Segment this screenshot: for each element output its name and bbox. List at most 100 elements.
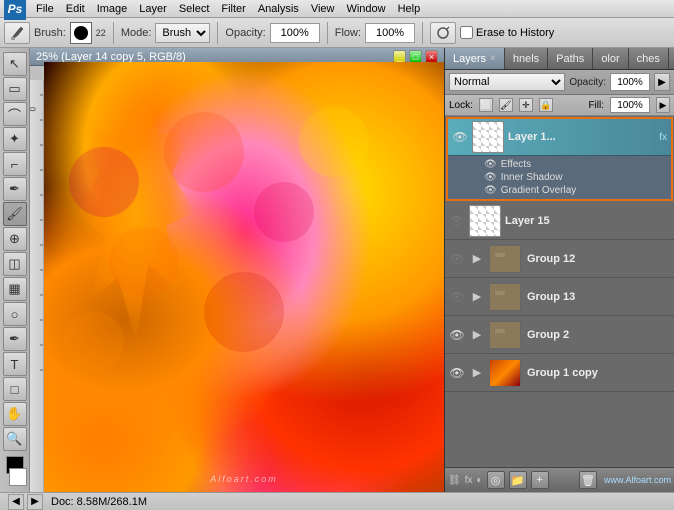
group-12-item[interactable]: 👁 ▶ Group 12 — [445, 240, 674, 278]
panels-area: Layers× hnels Paths olor ches tyles Norm… — [444, 48, 674, 492]
layer-15-visibility[interactable]: 👁 — [449, 213, 465, 229]
layer-1-thumb — [472, 121, 504, 153]
tool-selection[interactable]: ↖ — [3, 52, 27, 76]
layers-lock-row: Lock: ⬜ 🖌 ✛ 🔒 Fill: ▶ — [445, 95, 674, 116]
tab-swatches[interactable]: ches — [629, 48, 669, 69]
tool-text[interactable]: T — [3, 352, 27, 376]
group-1-copy-item[interactable]: 👁 ▶ Group 1 copy — [445, 354, 674, 392]
canvas-title: 25% (Layer 14 copy 5, RGB/8) — [36, 51, 186, 63]
inner-shadow-eye-icon[interactable]: 👁 — [484, 172, 497, 183]
svg-text:0: 0 — [30, 107, 37, 112]
tool-quicksel[interactable]: ✦ — [3, 127, 27, 151]
brush-icon — [9, 25, 25, 41]
menu-image[interactable]: Image — [91, 2, 134, 16]
fill-arrow[interactable]: ▶ — [656, 97, 670, 113]
brush-tool-btn[interactable] — [4, 22, 30, 44]
lock-position-btn[interactable]: ✛ — [519, 98, 533, 112]
tab-channels[interactable]: hnels — [505, 48, 548, 69]
layer-1-item[interactable]: 👁 Layer 1... fx — [448, 119, 671, 155]
brush-preview[interactable] — [70, 22, 92, 44]
group-2-expand-icon[interactable]: ▶ — [469, 327, 485, 343]
tool-pen[interactable]: ✒ — [3, 327, 27, 351]
group-12-expand-icon[interactable]: ▶ — [469, 251, 485, 267]
group-1-copy-expand-icon[interactable]: ▶ — [469, 365, 485, 381]
group-2-visibility[interactable]: 👁 — [449, 327, 465, 343]
effects-eye-icon[interactable]: 👁 — [484, 159, 497, 170]
tool-lasso[interactable]: ⌒ — [3, 102, 27, 126]
tab-paths[interactable]: Paths — [548, 48, 593, 69]
opacity-input[interactable] — [270, 23, 320, 43]
mode-select[interactable]: Brush — [155, 23, 210, 43]
group-12-visibility[interactable]: 👁 — [449, 251, 465, 267]
menu-layer[interactable]: Layer — [133, 2, 173, 16]
layer-1-visibility[interactable]: 👁 — [452, 129, 468, 145]
new-layer-btn[interactable]: + — [531, 471, 549, 489]
brush-label: Brush: — [34, 27, 66, 39]
layer-15-name: Layer 15 — [505, 215, 670, 227]
menu-view[interactable]: View — [305, 2, 341, 16]
mask-icon[interactable]: ◐ — [476, 475, 482, 486]
fx-icon[interactable]: fx — [465, 475, 473, 486]
menu-window[interactable]: Window — [340, 2, 391, 16]
status-nav: ◀ ▶ — [8, 494, 43, 510]
fill-input[interactable] — [610, 97, 650, 113]
layers-blend-row: Normal Opacity: ▶ — [445, 70, 674, 95]
roses-overlay — [44, 62, 444, 492]
status-prev-btn[interactable]: ◀ — [8, 494, 24, 510]
divider1 — [113, 22, 114, 44]
group-1-copy-name: Group 1 copy — [527, 367, 670, 379]
tab-layers-close[interactable]: × — [490, 53, 496, 64]
delete-layer-btn[interactable]: 🗑 — [579, 471, 597, 489]
tool-shape[interactable]: □ — [3, 377, 27, 401]
tool-brush[interactable]: 🖌 — [3, 202, 27, 226]
tool-marquee[interactable]: ▭ — [3, 77, 27, 101]
airbrush-btn[interactable] — [430, 22, 456, 44]
tool-zoom[interactable]: 🔍 — [3, 427, 27, 451]
menu-select[interactable]: Select — [173, 2, 216, 16]
opacity-input[interactable] — [610, 73, 650, 91]
tool-crop[interactable]: ⌐ — [3, 152, 27, 176]
menu-filter[interactable]: Filter — [215, 2, 251, 16]
lock-image-btn[interactable]: 🖌 — [499, 98, 513, 112]
tool-eraser[interactable]: ◫ — [3, 252, 27, 276]
gradient-overlay-eye-icon[interactable]: 👁 — [484, 185, 497, 196]
brush-size: 22 — [96, 28, 106, 38]
tool-hand[interactable]: ✋ — [3, 402, 27, 426]
tab-layers[interactable]: Layers× — [445, 48, 505, 69]
tab-color[interactable]: olor — [593, 48, 628, 69]
blend-mode-select[interactable]: Normal — [449, 73, 565, 91]
tab-styles[interactable]: tyles — [669, 48, 674, 69]
opacity-arrow[interactable]: ▶ — [654, 73, 670, 91]
status-next-btn[interactable]: ▶ — [27, 494, 43, 510]
background-color[interactable] — [9, 468, 27, 486]
tool-gradient[interactable]: ▦ — [3, 277, 27, 301]
group-1-copy-info: Group 1 copy — [527, 367, 670, 379]
lock-transparent-btn[interactable]: ⬜ — [479, 98, 493, 112]
group-13-item[interactable]: 👁 ▶ Group 13 — [445, 278, 674, 316]
menu-analysis[interactable]: Analysis — [252, 2, 305, 16]
menu-file[interactable]: File — [30, 2, 60, 16]
lock-all-btn[interactable]: 🔒 — [539, 98, 553, 112]
tool-dodge[interactable]: ○ — [3, 302, 27, 326]
menu-edit[interactable]: Edit — [60, 2, 91, 16]
menu-help[interactable]: Help — [392, 2, 427, 16]
flow-input[interactable] — [365, 23, 415, 43]
opacity-label: Opacity: — [225, 27, 265, 39]
group-1-copy-visibility[interactable]: 👁 — [449, 365, 465, 381]
group-13-thumb — [489, 283, 521, 311]
panel-bottom: ⛓ fx ◐ ◎ 📁 + 🗑 www.Alfoart.com — [445, 467, 674, 492]
group-13-expand-icon[interactable]: ▶ — [469, 289, 485, 305]
mode-label: Mode: — [121, 27, 152, 39]
new-adjustment-btn[interactable]: ◎ — [487, 471, 505, 489]
group-2-item[interactable]: 👁 ▶ Group 2 — [445, 316, 674, 354]
layer-15-item[interactable]: 👁 Layer 15 — [445, 202, 674, 240]
group-13-visibility[interactable]: 👁 — [449, 289, 465, 305]
link-icon: ⛓ — [448, 475, 461, 486]
tool-eyedrop[interactable]: ✒ — [3, 177, 27, 201]
tool-stamp[interactable]: ⊕ — [3, 227, 27, 251]
ruler-corner — [30, 66, 44, 80]
main-area: ↖ ▭ ⌒ ✦ ⌐ ✒ 🖌 ⊕ ◫ ▦ ○ ✒ T □ ✋ 🔍 25% (Lay… — [0, 48, 674, 492]
layer-1-fx[interactable]: fx — [659, 132, 667, 143]
erase-history-checkbox[interactable] — [460, 26, 473, 39]
new-group-btn[interactable]: 📁 — [509, 471, 527, 489]
